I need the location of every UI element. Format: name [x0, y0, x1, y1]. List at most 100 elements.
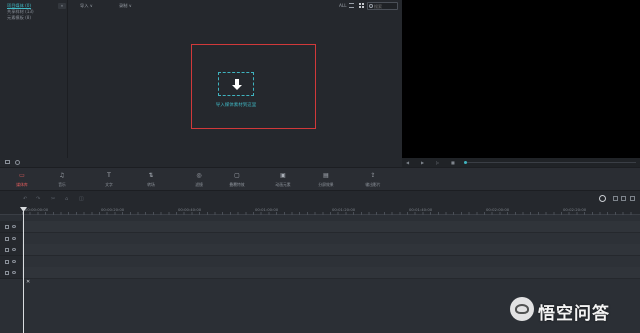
- audio-track-2-header: [0, 267, 22, 279]
- import-dropdown[interactable]: 导入 ∨: [80, 3, 93, 9]
- tab-label: 文字: [105, 182, 113, 187]
- eye-icon[interactable]: [12, 248, 16, 251]
- tab-export[interactable]: ⇪ 输出影片: [355, 172, 391, 190]
- audio-track-1-lane[interactable]: [22, 255, 640, 268]
- tab-split-screen[interactable]: ▤ 分屏效果: [308, 172, 344, 190]
- tab-folder[interactable]: ▭ 媒体库: [4, 172, 40, 190]
- watermark-text: 悟空问答: [538, 304, 610, 324]
- preview-controls: ◀ ▶ ▷ ■: [402, 158, 640, 167]
- crop-icon[interactable]: ◫: [79, 196, 84, 202]
- zoom-slider-icon[interactable]: [621, 196, 626, 201]
- tab-label: 媒体库: [16, 182, 28, 187]
- prev-frame-button[interactable]: ◀: [406, 160, 409, 165]
- video-track-2-header: [0, 221, 22, 233]
- eye-icon[interactable]: [12, 225, 16, 228]
- overlay-icon: ▢: [234, 172, 240, 179]
- tab-label: 音乐: [58, 182, 66, 187]
- tab-label: 转场: [147, 182, 155, 187]
- module-tabs-bar: ▭ 媒体库 ♫ 音乐 T 文字 ⇅ 转场 ◎ 滤镜 ▢ 叠覆特效 ▣ 动画元素 ▤ 分屏效果 ⇪ 输出影片: [0, 167, 640, 191]
- record-dropdown[interactable]: 录制 ∨: [119, 3, 132, 9]
- tree-item-templates[interactable]: 元素模板 (8): [0, 15, 67, 21]
- drop-zone-label: 导入媒体素材到这里: [215, 103, 257, 108]
- tab-transition[interactable]: ⇅ 转场: [133, 172, 169, 190]
- add-folder-icon[interactable]: [5, 160, 10, 164]
- film-icon: [5, 236, 9, 241]
- play-button[interactable]: ▶: [421, 160, 424, 165]
- element-icon: ▣: [280, 172, 286, 179]
- export-icon: ⇪: [370, 172, 376, 179]
- import-drop-target[interactable]: [218, 72, 254, 96]
- new-folder-icon[interactable]: [15, 160, 20, 165]
- audio-track-1-header: [0, 255, 22, 268]
- search-box[interactable]: [367, 2, 398, 10]
- media-library-panel: 导入 ∨ 录制 ∨ ALL 导入媒体素材到这里: [68, 0, 402, 158]
- media-toolbar: 导入 ∨ 录制 ∨ ALL: [68, 0, 402, 12]
- timecode-label: 00:00:00:00: [25, 207, 49, 212]
- audio-track-2-lane[interactable]: [22, 267, 640, 279]
- media-panel-footer: [0, 158, 402, 167]
- drop-zone-highlight: 导入媒体素材到这里: [191, 44, 316, 129]
- stop-button[interactable]: ■: [451, 160, 455, 165]
- timecode-label: 00:00:40:00: [178, 207, 202, 212]
- preview-progress-slider[interactable]: [464, 161, 636, 164]
- video-icon: [5, 225, 9, 229]
- video-track-1-header: [0, 232, 22, 245]
- video-track-2-lane[interactable]: [22, 221, 640, 233]
- collapse-panel-button[interactable]: «: [58, 3, 66, 9]
- timecode-label: 00:00:20:00: [101, 207, 125, 212]
- undo-icon[interactable]: ↶: [23, 196, 27, 202]
- music-icon: [5, 259, 9, 264]
- media-tree-panel: « 项目媒体 (0) 共享样材 (13) 元素模板 (8): [0, 0, 68, 158]
- tab-label: 滤镜: [195, 182, 203, 187]
- music-icon: [5, 271, 9, 275]
- filter-icon: ◎: [196, 172, 202, 179]
- filter-icon[interactable]: [349, 3, 354, 8]
- preview-screen: [402, 0, 640, 158]
- text-track-lane[interactable]: [22, 244, 640, 256]
- timecode-label: 00:01:20:00: [332, 207, 356, 212]
- tab-label: 输出影片: [365, 182, 381, 187]
- playhead-line[interactable]: [23, 207, 24, 333]
- wukong-logo-icon: [510, 297, 534, 321]
- timecode-label: 00:01:00:00: [255, 207, 279, 212]
- zoom-fit-icon[interactable]: [599, 195, 606, 202]
- eye-icon[interactable]: [12, 259, 16, 263]
- text-icon: T: [107, 172, 111, 179]
- tab-filter[interactable]: ◎ 滤镜: [181, 172, 217, 190]
- timecode-label: 00:02:00:00: [486, 207, 510, 212]
- search-icon: [369, 4, 373, 8]
- delete-icon[interactable]: ⌂: [65, 196, 68, 202]
- timeline-ruler[interactable]: 00:00:00:00 00:00:20:00 00:00:40:00 00:0…: [0, 207, 640, 215]
- tab-element[interactable]: ▣ 动画元素: [265, 172, 301, 190]
- zoom-out-icon[interactable]: [613, 196, 618, 201]
- download-arrow-icon: [232, 79, 242, 90]
- tab-label: 分屏效果: [318, 182, 334, 187]
- timecode-label: 00:01:40:00: [409, 207, 433, 212]
- transition-icon: ⇅: [148, 172, 154, 179]
- redo-icon[interactable]: ↷: [36, 196, 40, 202]
- progress-handle[interactable]: [464, 161, 467, 164]
- text-track-header: [0, 244, 22, 256]
- timeline-toolbar: ↶ ↷ ✂ ⌂ ◫: [0, 191, 640, 207]
- eye-icon[interactable]: [12, 271, 16, 274]
- tab-overlay[interactable]: ▢ 叠覆特效: [219, 172, 255, 190]
- tab-music[interactable]: ♫ 音乐: [44, 172, 80, 190]
- close-icon[interactable]: ✕: [26, 279, 30, 285]
- text-icon: [5, 248, 9, 252]
- zoom-in-icon[interactable]: [630, 196, 635, 201]
- grid-view-icon[interactable]: [359, 3, 364, 8]
- timecode-label: 00:02:20:00: [563, 207, 587, 212]
- tab-label: 叠覆特效: [229, 182, 245, 187]
- tab-label: 动画元素: [275, 182, 291, 187]
- watermark: 悟空问答: [510, 297, 635, 324]
- tab-text[interactable]: T 文字: [91, 172, 127, 190]
- next-frame-button[interactable]: ▷: [436, 160, 439, 165]
- split-screen-icon: ▤: [323, 172, 329, 179]
- search-input[interactable]: [374, 3, 398, 9]
- folder-icon: ▭: [19, 172, 25, 179]
- video-track-1-lane[interactable]: [22, 232, 640, 245]
- view-all-button[interactable]: ALL: [339, 3, 347, 8]
- music-icon: ♫: [59, 172, 65, 179]
- eye-icon[interactable]: [12, 236, 16, 240]
- cut-icon[interactable]: ✂: [51, 196, 55, 202]
